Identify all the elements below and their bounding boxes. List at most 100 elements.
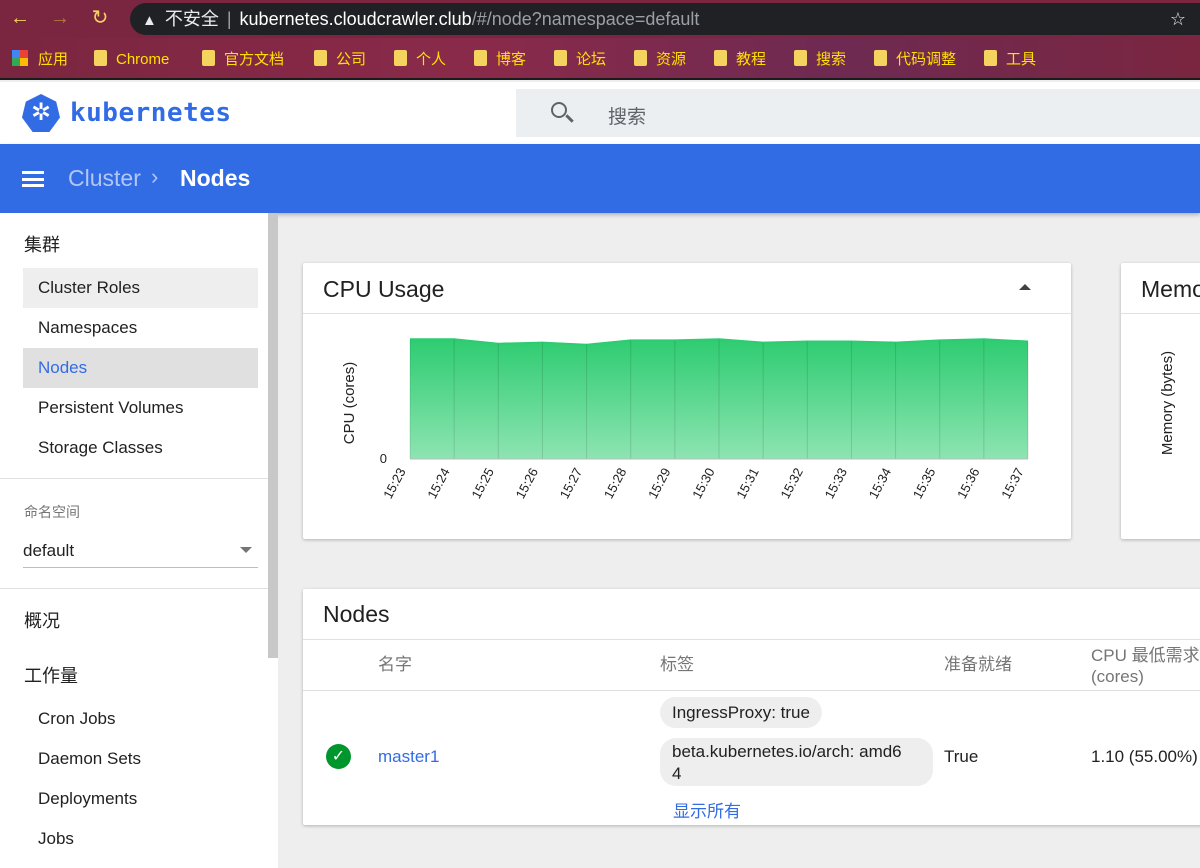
bookmark-folder[interactable]: 资源: [634, 50, 686, 70]
chart-x-tick-label: 15:32: [777, 465, 806, 501]
kubernetes-logo-icon[interactable]: ✲: [22, 94, 60, 132]
column-header-labels: 标签: [660, 655, 694, 674]
chart-x-tick-label: 15:34: [866, 465, 895, 501]
chart-x-tick-label: 15:37: [998, 465, 1027, 501]
folder-icon: [874, 50, 887, 66]
label-chip: IngressProxy: true: [660, 697, 822, 728]
warning-icon: ▲: [142, 12, 157, 29]
column-header-name[interactable]: 名字: [378, 654, 412, 675]
chart-x-tick-label: 15:29: [645, 465, 674, 501]
reload-icon[interactable]: ↻: [88, 6, 112, 30]
bookmarks-bar: 应用 Chrome 官方文档 公司 个人 博客 论坛 资源 教程 搜索 代码调整…: [0, 38, 1200, 80]
bookmark-folder[interactable]: 官方文档: [202, 50, 284, 70]
chart-x-tick-label: 15:24: [424, 465, 453, 501]
url-host: kubernetes.cloudcrawler.club: [239, 9, 472, 29]
address-bar[interactable]: ▲ 不安全 | kubernetes.cloudcrawler.club/#/node…: [130, 3, 1200, 35]
search-input[interactable]: 搜索: [516, 89, 1200, 137]
breadcrumb-nodes: Nodes: [180, 165, 251, 191]
logo-text[interactable]: kubernetes: [70, 98, 232, 128]
folder-icon: [634, 50, 647, 66]
cpu-usage-card: CPU Usage CPU (cores) 0 15:23 15:24 15:25 1…: [303, 263, 1071, 539]
bookmark-folder[interactable]: 论坛: [554, 50, 606, 70]
sidebar-item-jobs[interactable]: Jobs: [23, 819, 258, 859]
card-divider: [303, 639, 1200, 640]
folder-icon: [794, 50, 807, 66]
nodes-card-title: Nodes: [323, 601, 390, 627]
dropdown-arrow-icon: [240, 547, 252, 553]
label-chip: beta.kubernetes.io/arch: amd6 4: [660, 738, 933, 786]
sidebar-item-persistent-volumes[interactable]: Persistent Volumes: [23, 388, 258, 428]
chart-x-tick-label: 15:31: [733, 465, 762, 501]
memory-usage-card: Memo Memory (bytes): [1121, 263, 1200, 539]
menu-icon[interactable]: [22, 171, 46, 187]
folder-icon: [474, 50, 487, 66]
sidebar-item-overview[interactable]: 概况: [24, 607, 60, 633]
cpu-card-title: CPU Usage: [323, 276, 445, 302]
memory-chart-y-axis-label: Memory (bytes): [1159, 351, 1176, 455]
chart-x-tick-label: 15:33: [822, 465, 851, 501]
sidebar-item-cluster-roles[interactable]: Cluster Roles: [23, 268, 258, 308]
search-icon: [548, 99, 576, 127]
folder-icon: [314, 50, 327, 66]
bookmark-folder[interactable]: 教程: [714, 50, 766, 70]
chart-x-tick-label: 15:28: [601, 465, 630, 501]
bookmark-star-icon[interactable]: ☆: [1170, 3, 1186, 35]
chart-x-tick-label: 15:25: [468, 465, 497, 501]
collapse-icon[interactable]: [1019, 284, 1031, 290]
folder-icon: [984, 50, 997, 66]
sidebar-item-cron-jobs[interactable]: Cron Jobs: [23, 699, 258, 739]
sidebar-scrollbar[interactable]: [268, 213, 278, 658]
bookmark-folder[interactable]: 工具: [984, 50, 1036, 70]
folder-icon: [94, 50, 107, 66]
column-header-cpu-requests: CPU 最低需求 (cores): [1091, 646, 1200, 686]
show-all-labels-link[interactable]: 显示所有: [673, 797, 741, 822]
sidebar-heading-workloads[interactable]: 工作量: [24, 662, 78, 688]
bookmark-apps[interactable]: 应用: [12, 50, 68, 70]
sidebar-item-nodes[interactable]: Nodes: [23, 348, 258, 388]
bookmark-folder[interactable]: 搜索: [794, 50, 846, 70]
sidebar-divider: [0, 478, 268, 479]
sidebar-item-deployments[interactable]: Deployments: [23, 779, 258, 819]
memory-card-title: Memo: [1141, 276, 1200, 302]
folder-icon: [202, 50, 215, 66]
chart-x-tick-label: 15:23: [380, 465, 409, 501]
namespace-value: default: [23, 541, 75, 560]
forward-icon[interactable]: →: [48, 6, 72, 30]
bookmark-folder[interactable]: 公司: [314, 50, 366, 70]
chart-y-axis-label: CPU (cores): [341, 362, 358, 445]
chart-x-tick-label: 15:27: [557, 465, 586, 501]
security-label: 不安全: [164, 9, 219, 29]
url-path: /#/node?namespace=default: [471, 9, 700, 29]
bookmark-folder[interactable]: 个人: [394, 50, 446, 70]
back-icon[interactable]: ←: [8, 6, 32, 30]
memory-usage-chart: Memory (bytes): [1159, 351, 1176, 455]
breadcrumb-toolbar: Cluster › Nodes: [0, 144, 1200, 213]
sidebar-item-namespaces[interactable]: Namespaces: [23, 308, 258, 348]
bookmark-folder[interactable]: Chrome: [94, 50, 169, 70]
chart-x-tick-label: 15:26: [513, 465, 542, 501]
app-header: ✲ kubernetes 搜索: [0, 82, 1200, 144]
sidebar: 集群 Cluster Roles Namespaces Nodes Persis…: [0, 213, 278, 868]
node-name-link[interactable]: master1: [378, 747, 439, 767]
column-header-ready: 准备就绪: [944, 655, 1012, 674]
nodes-table-card: Nodes 名字 标签 准备就绪 CPU 最低需求 (cores) ✓ maste…: [303, 589, 1200, 825]
bookmark-folder[interactable]: 博客: [474, 50, 526, 70]
chevron-right-icon: ›: [151, 164, 159, 189]
node-cpu-requests-value: 1.10 (55.00%): [1091, 747, 1198, 766]
sidebar-item-storage-classes[interactable]: Storage Classes: [23, 428, 258, 468]
namespace-label: 命名空间: [24, 504, 80, 520]
sidebar-heading-cluster[interactable]: 集群: [24, 231, 60, 257]
search-placeholder: 搜索: [608, 107, 647, 128]
chart-x-tick-label: 15:35: [910, 465, 939, 501]
namespace-select[interactable]: default: [23, 537, 258, 568]
chart-x-tick-label: 15:36: [954, 465, 983, 501]
apps-icon: [12, 50, 28, 66]
node-ready-value: True: [944, 747, 979, 766]
folder-icon: [714, 50, 727, 66]
folder-icon: [554, 50, 567, 66]
browser-toolbar: ← → ↻ ▲ 不安全 | kubernetes.cloudcrawler.club/…: [0, 0, 1200, 38]
bookmark-folder[interactable]: 代码调整: [874, 50, 956, 70]
breadcrumb-cluster[interactable]: Cluster: [68, 165, 141, 192]
sidebar-item-daemon-sets[interactable]: Daemon Sets: [23, 739, 258, 779]
cpu-usage-chart: CPU (cores) 0 15:23 15:24 15:25 15:26 15:27 1…: [341, 338, 1029, 501]
